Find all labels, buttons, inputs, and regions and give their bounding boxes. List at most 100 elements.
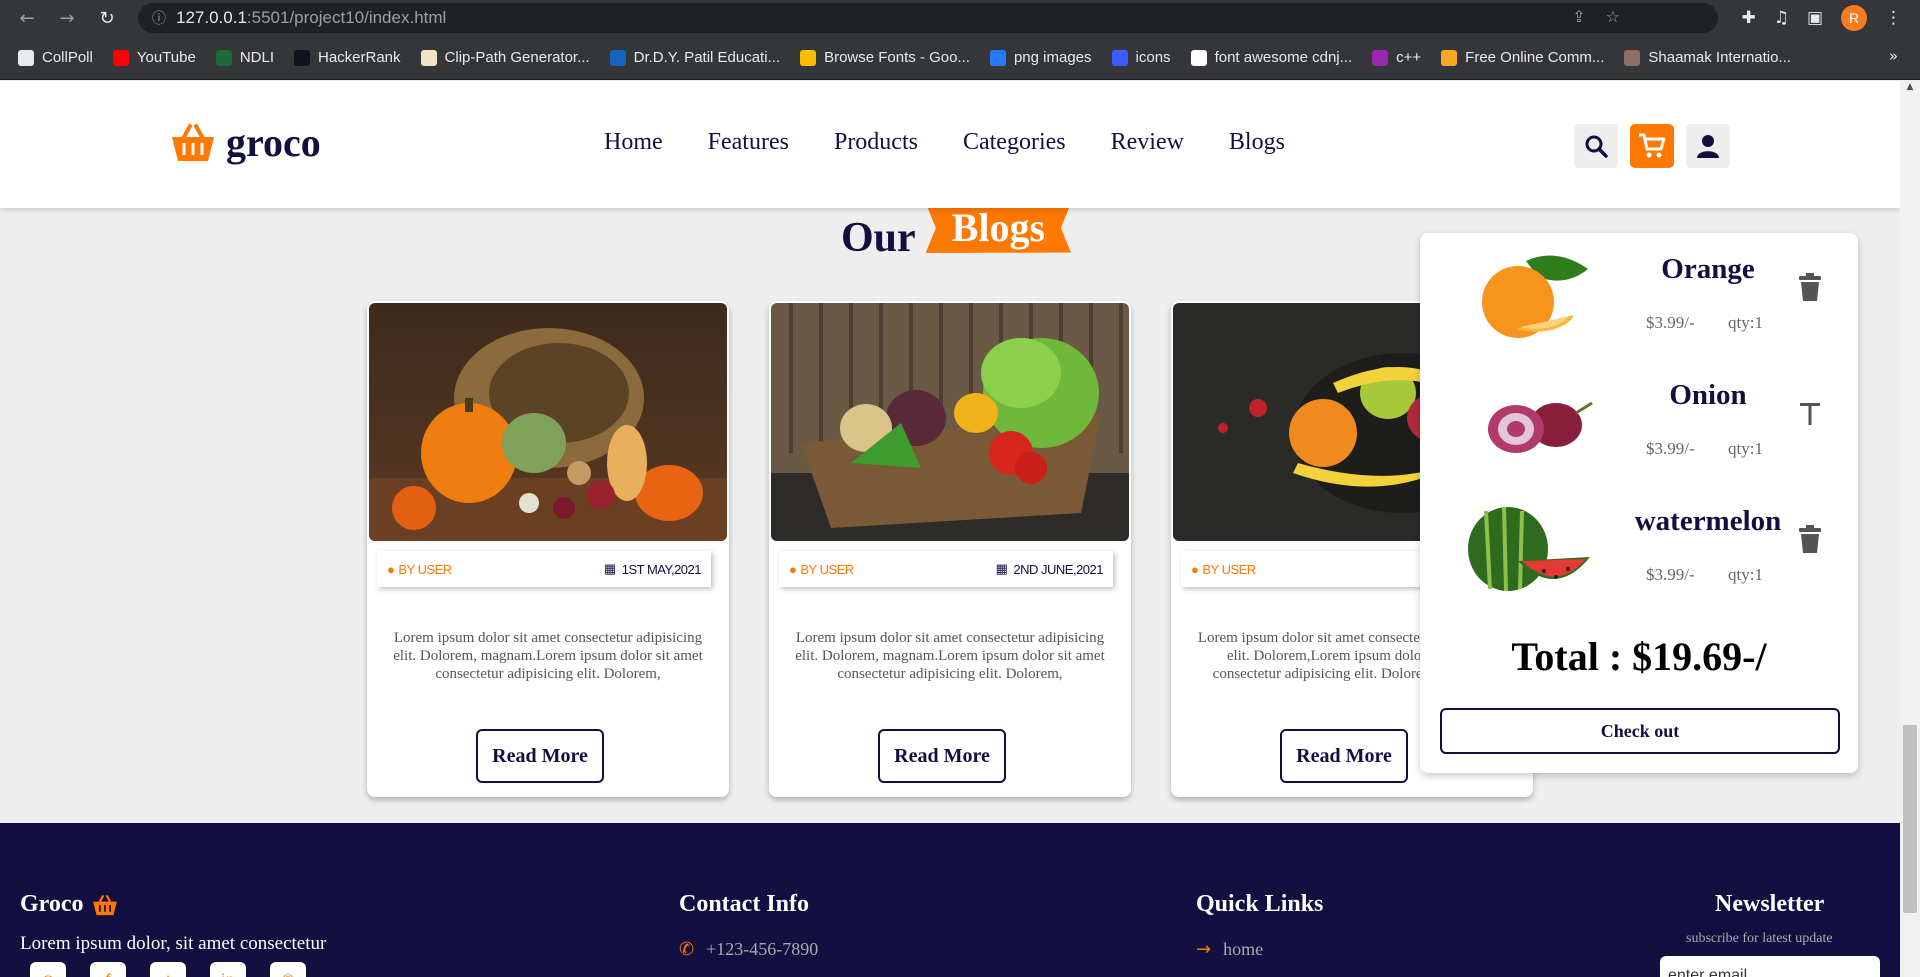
bookmarks-overflow-icon[interactable]: » xyxy=(1889,47,1898,65)
quick-link-home[interactable]: → home xyxy=(1196,939,1263,960)
trash-icon[interactable] xyxy=(1798,399,1822,427)
linkedin-icon[interactable]: in xyxy=(210,962,246,977)
cart-item-price: $3.99/- xyxy=(1646,439,1695,458)
bookmark-favicon-icon xyxy=(420,49,437,66)
cart-item-price: $3.99/- xyxy=(1646,313,1695,332)
nav-categories[interactable]: Categories xyxy=(963,129,1066,156)
bookmark-item[interactable]: CollPoll xyxy=(18,49,93,66)
site-header: groco Home Features Products Categories … xyxy=(0,81,1900,208)
bookmark-favicon-icon xyxy=(215,49,232,66)
newsletter-subtitle: subscribe for latest update xyxy=(1686,931,1833,946)
read-more-button[interactable]: Read More xyxy=(878,729,1006,783)
nav-review[interactable]: Review xyxy=(1111,129,1184,156)
quick-links-heading: Quick Links xyxy=(1196,891,1324,917)
user-icon: ● xyxy=(387,561,395,577)
blog-card: ● BY USER ▦ 1ST MAY,2021 Lorem ipsum dolor… xyxy=(367,301,729,797)
url-text: 127.0.0.1:5501/project10/index.html xyxy=(176,8,447,27)
pinterest-icon[interactable]: ℗ xyxy=(270,962,306,977)
blog-date: ▦ 2ND JUNE,2021 xyxy=(995,561,1104,577)
trash-icon[interactable] xyxy=(1798,525,1822,553)
twitter-icon[interactable]: ✦ xyxy=(150,962,186,977)
bookmark-item[interactable]: HackerRank xyxy=(294,49,401,66)
orange-image xyxy=(1482,255,1588,338)
bookmark-item[interactable]: c++ xyxy=(1372,49,1421,66)
calendar-icon: ▦ xyxy=(995,561,1008,576)
share-icon[interactable]: ⇪ xyxy=(1572,7,1585,26)
bookmark-favicon-icon xyxy=(1190,49,1207,66)
bookmark-item[interactable]: YouTube xyxy=(112,49,196,66)
brand-logo[interactable]: groco xyxy=(170,119,321,166)
blog-card: ● BY USER ▦ 2ND JUNE,2021 Lorem ipsum dolo… xyxy=(769,301,1131,797)
search-button[interactable] xyxy=(1574,124,1618,168)
cart-button[interactable] xyxy=(1630,124,1674,168)
user-icon xyxy=(1697,135,1719,158)
bookmark-item[interactable]: NDLI xyxy=(215,49,274,66)
user-icon: ● xyxy=(789,561,797,577)
media-icon[interactable]: ♫ xyxy=(1774,8,1789,28)
blog-image-vegetable-basket xyxy=(771,303,1129,541)
newsletter-email-input[interactable] xyxy=(1660,956,1880,977)
read-more-button[interactable]: Read More xyxy=(1280,729,1408,783)
nav-blogs[interactable]: Blogs xyxy=(1229,129,1285,156)
menu-icon[interactable]: ⋮ xyxy=(1885,8,1902,28)
cart-item: Onion $3.99/- qty:1 xyxy=(1420,359,1858,485)
blog-excerpt: Lorem ipsum dolor sit amet consectetur a… xyxy=(795,630,1105,682)
user-button[interactable] xyxy=(1686,124,1730,168)
trash-icon[interactable] xyxy=(1798,273,1822,301)
blog-meta: ● BY USER ▦ 2ND JUNE,2021 xyxy=(779,551,1113,587)
blog-author: ● BY USER xyxy=(1191,561,1256,577)
site-info-icon[interactable]: ⓘ xyxy=(152,8,166,28)
reload-icon[interactable]: ↻ xyxy=(94,5,120,31)
footer-brand: Groco xyxy=(20,891,118,918)
bookmark-item[interactable]: png images xyxy=(989,49,1092,66)
cart-icon xyxy=(1639,133,1666,158)
forward-icon[interactable]: → xyxy=(54,5,80,31)
bookmark-item[interactable]: Clip-Path Generator... xyxy=(420,49,590,66)
scrollbar-thumb[interactable] xyxy=(1903,725,1917,913)
profile-avatar[interactable]: R xyxy=(1841,5,1867,31)
side-panel-icon[interactable]: ▣ xyxy=(1807,8,1823,28)
cart-item: watermelon $3.99/- qty:1 xyxy=(1420,485,1858,611)
bookmark-favicon-icon xyxy=(800,49,817,66)
nav-home[interactable]: Home xyxy=(604,129,663,156)
phone-icon: ✆ xyxy=(679,939,695,960)
bookmark-item[interactable]: Free Online Comm... xyxy=(1441,49,1604,66)
cart-item-name: Onion xyxy=(1669,379,1747,411)
footer-description: Lorem ipsum dolor, sit amet consectetur xyxy=(20,933,327,954)
bookmark-favicon-icon xyxy=(112,49,129,66)
blog-author: ● BY USER xyxy=(387,561,452,577)
cart-total: Total : $19.69-/ xyxy=(1511,634,1767,679)
calendar-icon: ▦ xyxy=(603,561,616,576)
instagram-icon[interactable]: ◎ xyxy=(30,962,66,977)
scroll-up-arrow-icon[interactable]: ▲ xyxy=(1900,82,1920,100)
cart-item-price: $3.99/- xyxy=(1646,565,1695,584)
nav-products[interactable]: Products xyxy=(834,129,918,156)
browser-toolbar: ← → ↻ ⓘ 127.0.0.1:5501/project10/index.h… xyxy=(0,0,1920,36)
bookmark-item[interactable]: Browse Fonts - Goo... xyxy=(800,49,970,66)
page-viewport: groco Home Features Products Categories … xyxy=(0,81,1900,977)
bookmark-star-icon[interactable]: ☆ xyxy=(1606,7,1620,26)
bookmark-item[interactable]: font awesome cdnj... xyxy=(1190,49,1352,66)
cart-item: Orange $3.99/- qty:1 xyxy=(1420,233,1858,359)
contact-phone[interactable]: ✆ +123-456-7890 xyxy=(679,939,818,960)
cart-item-name: Orange xyxy=(1661,253,1755,285)
newsletter-heading: Newsletter xyxy=(1715,891,1825,917)
address-bar[interactable]: ⓘ 127.0.0.1:5501/project10/index.html xyxy=(138,3,1718,33)
back-icon[interactable]: ← xyxy=(14,5,40,31)
nav-features[interactable]: Features xyxy=(708,129,789,156)
blog-image-pumpkins xyxy=(369,303,727,541)
heading-highlight: Blogs xyxy=(925,203,1072,253)
extensions-icon[interactable]: ✚ xyxy=(1741,8,1755,28)
contact-heading: Contact Info xyxy=(679,891,809,917)
bookmark-item[interactable]: Dr.D.Y. Patil Educati... xyxy=(609,49,780,66)
watermelon-image xyxy=(1468,506,1590,592)
facebook-icon[interactable]: f xyxy=(90,962,126,977)
blog-date: ▦ 1ST MAY,2021 xyxy=(603,561,702,577)
bookmark-item[interactable]: icons xyxy=(1111,49,1171,66)
cart-item-qty: qty:1 xyxy=(1728,565,1763,584)
bookmark-favicon-icon xyxy=(1111,49,1128,66)
read-more-button[interactable]: Read More xyxy=(476,729,604,783)
bookmark-item[interactable]: Shaamak Internatio... xyxy=(1624,49,1791,66)
cart-item-name: watermelon xyxy=(1634,505,1782,537)
checkout-button[interactable]: Check out xyxy=(1440,708,1840,754)
